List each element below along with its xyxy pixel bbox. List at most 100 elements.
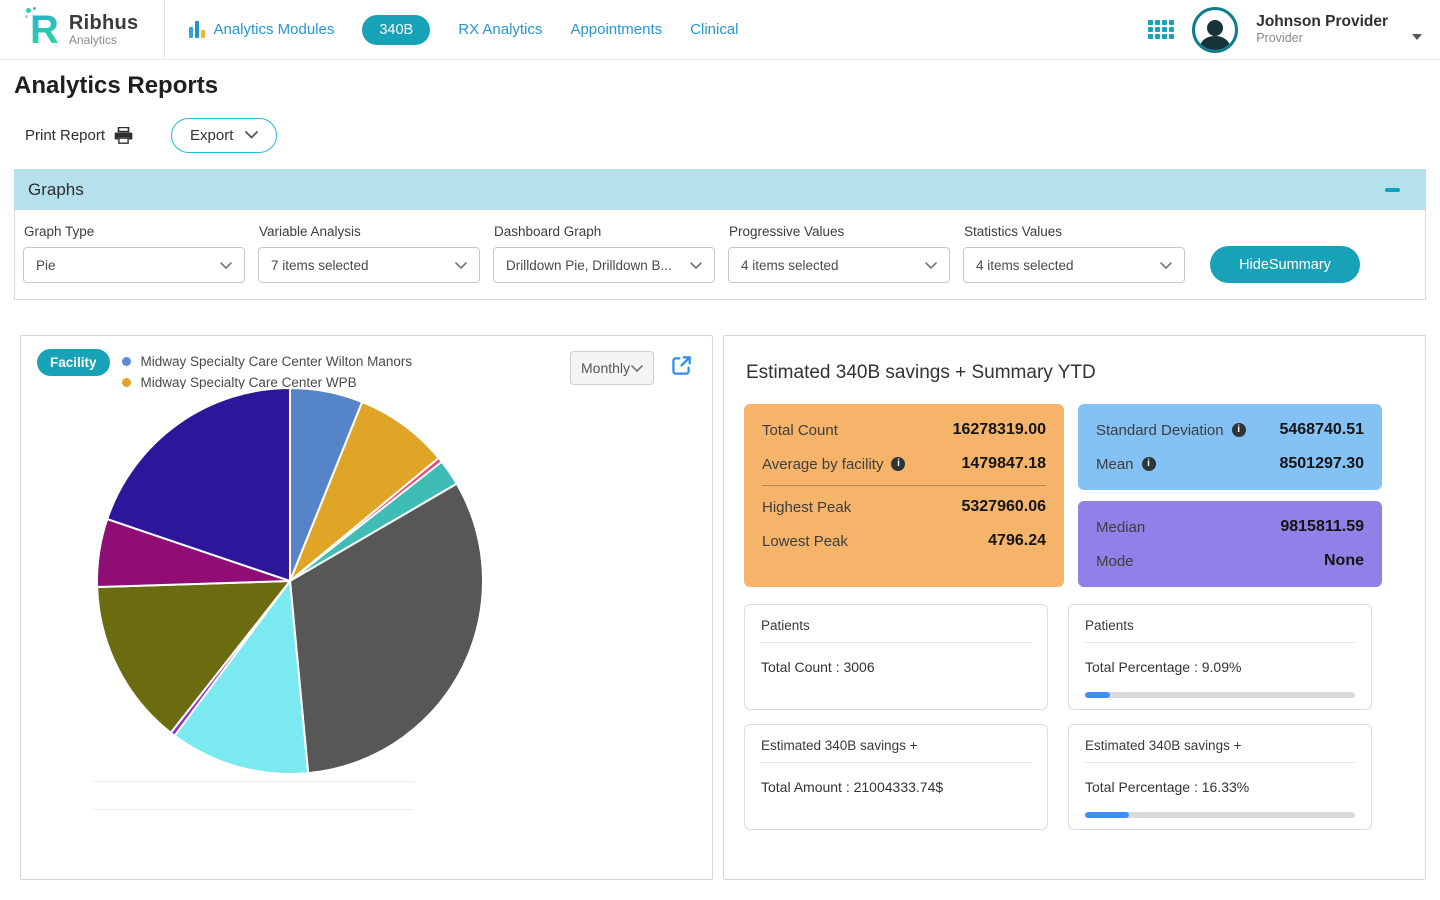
stat-value: 4796.24 bbox=[988, 532, 1046, 550]
legend-pagination-line bbox=[93, 781, 413, 782]
stat-label: Average by facilityi bbox=[762, 456, 905, 473]
filter-select[interactable]: Pie bbox=[23, 247, 245, 283]
bar-chart-icon bbox=[189, 21, 205, 38]
mini-card-title: Patients bbox=[1085, 618, 1355, 643]
avatar[interactable] bbox=[1192, 7, 1238, 53]
nav-item-340b[interactable]: 340B bbox=[362, 15, 430, 45]
period-select-value: Monthly bbox=[581, 360, 630, 376]
filter-select-value: Pie bbox=[36, 258, 56, 273]
progress-fill bbox=[1085, 812, 1129, 818]
export-label: Export bbox=[190, 127, 233, 144]
expand-chart-button[interactable] bbox=[668, 353, 694, 382]
filter-select-value: 4 items selected bbox=[976, 258, 1074, 273]
filter-group-progressive-values: Progressive Values 4 items selected bbox=[728, 224, 950, 283]
facility-pie-chart bbox=[90, 381, 490, 781]
nav-item-clinical[interactable]: Clinical bbox=[690, 21, 738, 38]
stat-label: Mode bbox=[1096, 553, 1134, 570]
print-report-label: Print Report bbox=[25, 127, 105, 144]
mini-card-title: Patients bbox=[761, 618, 1031, 643]
hide-summary-button[interactable]: HideSummary bbox=[1210, 246, 1360, 283]
filter-label: Progressive Values bbox=[729, 224, 950, 239]
stat-value: 5327960.06 bbox=[961, 498, 1046, 516]
mini-card: PatientsTotal Count : 3006 bbox=[744, 604, 1048, 710]
legend-item[interactable]: Midway Specialty Care Center Wilton Mano… bbox=[122, 351, 570, 372]
brand-logo[interactable]: R Ribhus Analytics bbox=[30, 10, 138, 50]
legend-dot-icon bbox=[122, 357, 131, 366]
stat-row: Average by facilityi 1479847.18 bbox=[762, 447, 1046, 481]
stat-box-median: Median 9815811.59 Mode None bbox=[1078, 501, 1382, 587]
stat-value: 16278319.00 bbox=[953, 421, 1046, 439]
stat-label: Standard Deviationi bbox=[1096, 422, 1246, 439]
stat-value: 1479847.18 bbox=[961, 455, 1046, 473]
stat-row: Meani8501297.30 bbox=[1096, 447, 1364, 481]
chevron-down-icon[interactable] bbox=[1412, 34, 1422, 40]
filter-label: Graph Type bbox=[24, 224, 245, 239]
chevron-down-icon bbox=[455, 262, 467, 269]
nav-item-label: 340B bbox=[379, 22, 413, 38]
filter-select[interactable]: 4 items selected bbox=[963, 247, 1185, 283]
page-title: Analytics Reports bbox=[14, 72, 1440, 100]
stat-divider bbox=[762, 485, 1046, 486]
chevron-down-icon bbox=[925, 262, 937, 269]
progress-fill bbox=[1085, 692, 1110, 698]
filter-group-dashboard-graph: Dashboard Graph Drilldown Pie, Drilldown … bbox=[493, 224, 715, 283]
brand-subtitle: Analytics bbox=[69, 34, 139, 47]
filter-label: Statistics Values bbox=[964, 224, 1185, 239]
print-report-button[interactable]: Print Report bbox=[25, 127, 133, 144]
stat-label: Median bbox=[1096, 519, 1145, 536]
mini-card-value: Total Amount : 21004333.74$ bbox=[761, 779, 1031, 795]
person-silhouette-icon bbox=[1197, 16, 1233, 50]
legend-label: Midway Specialty Care Center Wilton Mano… bbox=[141, 354, 413, 369]
nav-item-label: Analytics Modules bbox=[213, 21, 334, 38]
filter-panel: Graph Type Pie Variable Analysis 7 items se… bbox=[14, 210, 1426, 300]
filter-label: Dashboard Graph bbox=[494, 224, 715, 239]
collapse-minus-icon[interactable] bbox=[1385, 188, 1400, 192]
filter-select-value: 7 items selected bbox=[271, 258, 369, 273]
filter-group-statistics-values: Statistics Values 4 items selected bbox=[963, 224, 1185, 283]
filter-group-graph-type: Graph Type Pie bbox=[23, 224, 245, 283]
stat-label: Highest Peak bbox=[762, 499, 851, 516]
chevron-down-icon bbox=[631, 365, 643, 372]
mini-card: PatientsTotal Percentage : 9.09% bbox=[1068, 604, 1372, 710]
nav-divider bbox=[164, 0, 165, 59]
filter-label: Variable Analysis bbox=[259, 224, 480, 239]
stat-value: 9815811.59 bbox=[1280, 518, 1364, 536]
mini-card-title: Estimated 340B savings + bbox=[761, 738, 1031, 763]
chevron-down-icon bbox=[220, 262, 232, 269]
summary-card: Estimated 340B savings + Summary YTD Tot… bbox=[723, 335, 1426, 880]
filter-select[interactable]: 4 items selected bbox=[728, 247, 950, 283]
export-button[interactable]: Export bbox=[171, 118, 277, 153]
mini-card-value: Total Percentage : 16.33% bbox=[1085, 779, 1355, 795]
period-select[interactable]: Monthly bbox=[570, 351, 654, 385]
facility-badge[interactable]: Facility bbox=[37, 349, 110, 376]
stat-row: Highest Peak 5327960.06 bbox=[762, 490, 1046, 524]
graphs-panel-title: Graphs bbox=[28, 180, 84, 200]
printer-icon bbox=[114, 127, 133, 144]
filter-select[interactable]: Drilldown Pie, Drilldown B... bbox=[493, 247, 715, 283]
nav-item-appointments[interactable]: Appointments bbox=[570, 21, 662, 38]
stat-label: Lowest Peak bbox=[762, 533, 848, 550]
nav-item-analytics-modules[interactable]: Analytics Modules bbox=[189, 21, 334, 38]
chevron-down-icon bbox=[690, 262, 702, 269]
stat-row: Median 9815811.59 bbox=[1096, 510, 1364, 544]
graphs-panel-header[interactable]: Graphs bbox=[14, 169, 1426, 210]
stat-value: 5468740.51 bbox=[1279, 421, 1364, 439]
progress-bar bbox=[1085, 692, 1355, 698]
info-icon[interactable]: i bbox=[891, 457, 905, 471]
info-icon[interactable]: i bbox=[1142, 457, 1156, 471]
main-nav: Analytics Modules 340B RX Analytics Appoint… bbox=[189, 15, 738, 45]
stat-row: Lowest Peak 4796.24 bbox=[762, 524, 1046, 558]
apps-grid-icon[interactable] bbox=[1148, 20, 1174, 39]
stat-row: Standard Deviationi 5468740.51 bbox=[1096, 413, 1364, 447]
info-icon[interactable]: i bbox=[1232, 423, 1246, 437]
progress-bar bbox=[1085, 812, 1355, 818]
user-name: Johnson Provider bbox=[1256, 12, 1388, 31]
user-menu[interactable]: Johnson Provider Provider bbox=[1256, 12, 1388, 47]
nav-item-label: Appointments bbox=[570, 21, 662, 38]
mini-card: Estimated 340B savings +Total Percentage… bbox=[1068, 724, 1372, 830]
stat-value: None bbox=[1324, 552, 1364, 570]
filter-select[interactable]: 7 items selected bbox=[258, 247, 480, 283]
nav-item-rx-analytics[interactable]: RX Analytics bbox=[458, 21, 542, 38]
legend-pagination-line bbox=[93, 809, 413, 810]
mini-cards-grid: PatientsTotal Count : 3006PatientsTotal … bbox=[744, 604, 1405, 830]
